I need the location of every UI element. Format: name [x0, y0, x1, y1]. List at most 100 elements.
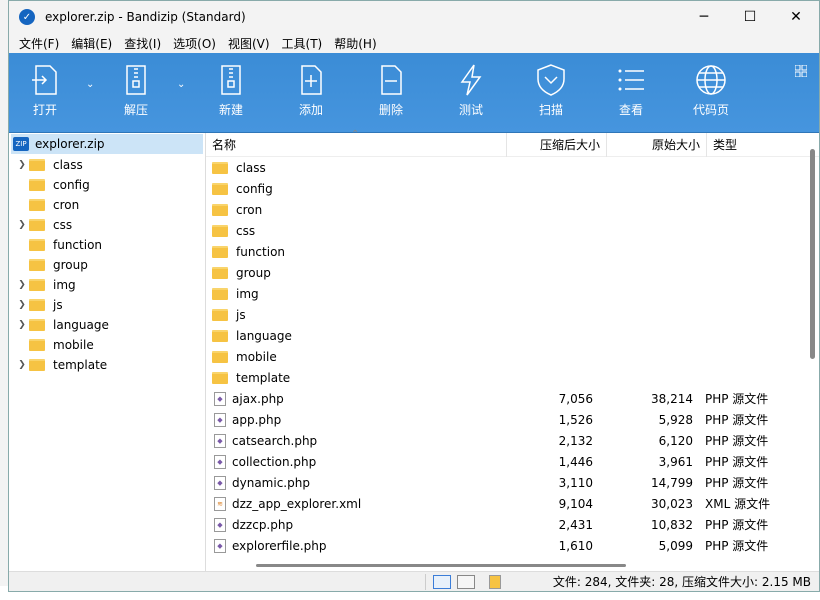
file-row[interactable]: ◆ explorerfile.php 1,610 5,099 PHP 源文件 — [206, 535, 801, 556]
file-type-cell: PHP 源文件 — [705, 539, 769, 553]
file-row[interactable]: js — [206, 304, 801, 325]
expand-chevron-icon[interactable]: ❯ — [15, 280, 29, 290]
open-icon — [32, 65, 57, 95]
folder-icon — [29, 359, 45, 371]
menu-help[interactable]: 帮助(H) — [328, 35, 382, 52]
original-size-cell: 3,961 — [658, 454, 693, 469]
folder-icon — [29, 299, 45, 311]
codepage-button[interactable]: 代码页 — [681, 63, 741, 129]
details-view-icon[interactable] — [433, 575, 451, 589]
file-row[interactable]: group — [206, 262, 801, 283]
menu-find[interactable]: 查找(I) — [118, 35, 167, 52]
menu-view[interactable]: 视图(V) — [222, 35, 276, 52]
file-row[interactable]: template — [206, 367, 801, 388]
test-button[interactable]: 测试 — [441, 63, 501, 129]
file-name-cell: ◆ explorerfile.php — [206, 538, 507, 553]
compressed-size-cell: 3,110 — [558, 475, 593, 490]
folder-icon — [212, 182, 228, 195]
tree-item-config[interactable]: config — [9, 175, 205, 195]
expand-chevron-icon[interactable]: ❯ — [15, 360, 29, 370]
menu-options[interactable]: 选项(O) — [167, 35, 222, 52]
expand-chevron-icon[interactable]: ❯ — [15, 160, 29, 170]
original-size-cell: 5,928 — [658, 412, 693, 427]
file-row[interactable]: function — [206, 241, 801, 262]
vertical-scrollbar[interactable] — [810, 149, 815, 359]
horizontal-scrollbar[interactable] — [256, 564, 626, 567]
file-name: mobile — [236, 349, 277, 364]
layout-grid-icon[interactable] — [795, 65, 807, 77]
file-type-cell: PHP 源文件 — [705, 413, 769, 427]
folder-icon — [29, 339, 45, 351]
expand-chevron-icon[interactable]: ❯ — [15, 300, 29, 310]
tree-item-label: cron — [53, 198, 80, 212]
file-row[interactable]: ◆ ajax.php 7,056 38,214 PHP 源文件 — [206, 388, 801, 409]
file-name: config — [236, 181, 273, 196]
file-type-cell: PHP 源文件 — [705, 455, 769, 469]
archive-info-icon[interactable] — [489, 575, 501, 589]
scan-button[interactable]: 扫描 — [521, 63, 581, 129]
tree-item-class[interactable]: ❯ class — [9, 155, 205, 175]
tree-item-language[interactable]: ❯ language — [9, 315, 205, 335]
menu-tools[interactable]: 工具(T) — [276, 35, 329, 52]
file-name-cell: template — [206, 371, 507, 385]
column-header-compressed[interactable]: 压缩后大小 — [507, 132, 607, 157]
php-file-icon: ◆ — [214, 475, 226, 490]
file-row[interactable]: ◆ catsearch.php 2,132 6,120 PHP 源文件 — [206, 430, 801, 451]
add-button[interactable]: 添加 — [281, 63, 341, 129]
new-archive-button[interactable]: 新建 — [201, 63, 261, 129]
file-row[interactable]: class — [206, 157, 801, 178]
tree-item-mobile[interactable]: mobile — [9, 335, 205, 355]
file-row[interactable]: config — [206, 178, 801, 199]
menu-file[interactable]: 文件(F) — [13, 35, 65, 52]
menu-edit[interactable]: 编辑(E) — [65, 35, 118, 52]
file-row[interactable]: language — [206, 325, 801, 346]
tree-item-function[interactable]: function — [9, 235, 205, 255]
tree-item-js[interactable]: ❯ js — [9, 295, 205, 315]
minimize-button[interactable]: ─ — [681, 1, 727, 33]
file-row[interactable]: ≋ dzz_app_explorer.xml 9,104 30,023 XML 源文件 — [206, 493, 801, 514]
delete-button[interactable]: 删除 — [361, 63, 421, 129]
extract-button[interactable]: 解压 — [106, 63, 166, 129]
php-file-icon: ◆ — [214, 454, 226, 469]
extract-icon — [126, 65, 146, 95]
expand-chevron-icon[interactable]: ❯ — [15, 220, 29, 230]
list-header: ⌃ 名称 压缩后大小 原始大小 类型 — [206, 129, 819, 157]
file-name-cell: mobile — [206, 350, 507, 364]
file-row[interactable]: ◆ app.php 1,526 5,928 PHP 源文件 — [206, 409, 801, 430]
status-bar: 文件: 284, 文件夹: 28, 压缩文件大小: 2.15 MB — [9, 571, 819, 591]
file-name-cell: ◆ collection.php — [206, 454, 507, 469]
thumbnail-view-icon[interactable] — [457, 575, 475, 589]
tree-item-css[interactable]: ❯ css — [9, 215, 205, 235]
file-row[interactable]: ◆ dzzcp.php 2,431 10,832 PHP 源文件 — [206, 514, 801, 535]
column-header-original[interactable]: 原始大小 — [607, 132, 707, 157]
tree-item-img[interactable]: ❯ img — [9, 275, 205, 295]
original-size-cell: 6,120 — [658, 433, 693, 448]
tree-item-label: img — [53, 278, 76, 292]
title-bar[interactable]: ✓ explorer.zip - Bandizip (Standard) ─ ☐… — [9, 1, 819, 33]
maximize-button[interactable]: ☐ — [727, 1, 773, 33]
add-file-icon — [301, 65, 322, 95]
open-dropdown-icon[interactable]: ⌄ — [86, 79, 94, 90]
php-file-icon: ◆ — [214, 517, 226, 532]
column-header-type[interactable]: 类型 — [707, 133, 797, 157]
file-name: template — [236, 370, 291, 385]
content-area: ZIP explorer.zip ❯ class config cron ❯ css fun… — [9, 129, 819, 571]
tree-item-group[interactable]: group — [9, 255, 205, 275]
open-button[interactable]: 打开 — [15, 63, 75, 129]
tree-item-cron[interactable]: cron — [9, 195, 205, 215]
close-button[interactable]: ✕ — [773, 1, 819, 33]
expand-chevron-icon[interactable]: ❯ — [15, 320, 29, 330]
delete-file-icon — [381, 65, 402, 95]
view-button[interactable]: 查看 — [601, 63, 661, 129]
file-row[interactable]: ◆ dynamic.php 3,110 14,799 PHP 源文件 — [206, 472, 801, 493]
file-row[interactable]: img — [206, 283, 801, 304]
tree-item-template[interactable]: ❯ template — [9, 355, 205, 375]
file-row[interactable]: ◆ collection.php 1,446 3,961 PHP 源文件 — [206, 451, 801, 472]
file-row[interactable]: css — [206, 220, 801, 241]
file-name-cell: ◆ dynamic.php — [206, 475, 507, 490]
file-row[interactable]: cron — [206, 199, 801, 220]
compressed-size-cell: 1,526 — [558, 412, 593, 427]
file-row[interactable]: mobile — [206, 346, 801, 367]
extract-dropdown-icon[interactable]: ⌄ — [177, 79, 185, 90]
tree-root-archive[interactable]: ZIP explorer.zip — [11, 134, 203, 154]
